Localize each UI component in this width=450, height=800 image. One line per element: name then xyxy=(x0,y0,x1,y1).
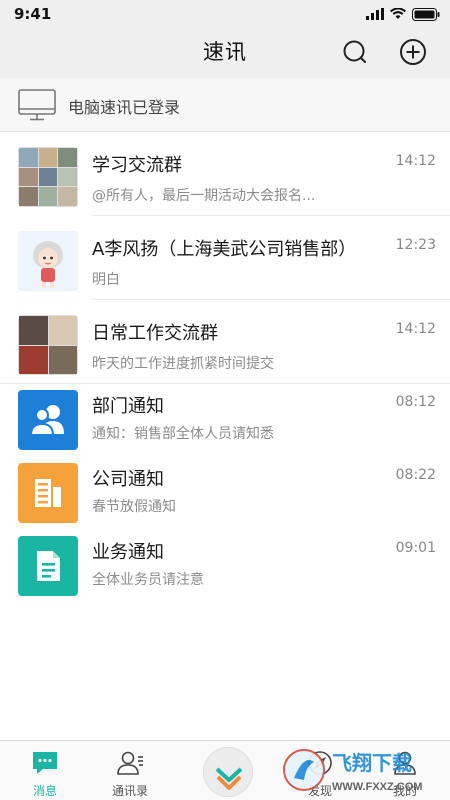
conversation-preview: 明白 xyxy=(92,272,120,288)
app-logo-button[interactable] xyxy=(203,747,253,797)
header-bar: 速讯 xyxy=(0,28,450,78)
tab-messages[interactable]: 消息 xyxy=(0,741,90,800)
conversation-time: 14:12 xyxy=(395,321,436,337)
conversation-time: 08:12 xyxy=(395,394,436,410)
status-icons xyxy=(366,6,440,22)
conversation-item[interactable]: 学习交流群 @所有人，最后一期活动大会报名... 14:12 xyxy=(0,132,450,216)
monitor-icon xyxy=(18,89,56,121)
conversation-list: 学习交流群 @所有人，最后一期活动大会报名... 14:12 A李风扬（上海美武… xyxy=(0,132,450,603)
tab-label: 通讯录 xyxy=(111,784,148,798)
conversation-preview: 昨天的工作进度抓紧时间提交 xyxy=(92,356,274,372)
signal-icon xyxy=(366,8,384,20)
conversation-name: 业务通知 xyxy=(92,542,164,563)
conversation-preview: 通知：销售部全体人员请知悉 xyxy=(92,426,274,442)
conversation-name: 公司通知 xyxy=(92,469,164,490)
person-avatar xyxy=(18,231,78,291)
conversation-item[interactable]: A李风扬（上海美武公司销售部） 明白 12:23 xyxy=(0,216,450,300)
company-notice-avatar xyxy=(18,463,78,523)
conversation-time: 09:01 xyxy=(395,540,436,556)
watermark-text: 飞翔下载 xyxy=(332,751,412,775)
conversation-preview: 全体业务员请注意 xyxy=(92,572,204,588)
watermark-logo: 飞翔下载 WWW.FXXZ.COM xyxy=(282,740,450,800)
plus-circle-icon xyxy=(400,39,426,65)
tab-label: 消息 xyxy=(32,784,57,798)
tab-contacts[interactable]: 通讯录 xyxy=(85,741,175,800)
business-notice-avatar xyxy=(18,536,78,596)
conversation-preview: @所有人，最后一期活动大会报名... xyxy=(92,188,316,204)
conversation-time: 12:23 xyxy=(395,237,436,253)
conversation-item[interactable]: 日常工作交流群 昨天的工作进度抓紧时间提交 14:12 xyxy=(0,300,450,384)
status-time: 9:41 xyxy=(14,5,52,23)
department-notice-avatar xyxy=(18,390,78,450)
document-icon xyxy=(37,551,60,581)
conversation-preview: 春节放假通知 xyxy=(92,499,176,515)
conversation-item[interactable]: 部门通知 通知：销售部全体人员请知悉 08:12 xyxy=(0,384,450,457)
conversation-time: 14:12 xyxy=(395,153,436,169)
conversation-item[interactable]: 公司通知 春节放假通知 08:22 xyxy=(0,457,450,530)
group-avatar xyxy=(18,315,78,375)
group-avatar xyxy=(18,147,78,207)
wifi-icon xyxy=(390,8,406,19)
conversation-time: 08:22 xyxy=(395,467,436,483)
desktop-login-text: 电脑速讯已登录 xyxy=(68,98,181,117)
building-icon xyxy=(35,479,61,507)
watermark-url: WWW.FXXZ.COM xyxy=(332,781,422,793)
people-icon xyxy=(29,405,64,436)
desktop-login-banner[interactable]: 电脑速讯已登录 xyxy=(0,78,450,132)
conversation-name: 学习交流群 xyxy=(92,155,182,176)
status-bar: 9:41 xyxy=(0,0,450,28)
contacts-icon xyxy=(117,751,143,775)
app-logo-icon xyxy=(215,767,243,790)
conversation-name: 日常工作交流群 xyxy=(92,323,218,344)
search-button[interactable] xyxy=(340,37,370,67)
add-button[interactable] xyxy=(398,37,428,67)
conversation-item[interactable]: 业务通知 全体业务员请注意 09:01 xyxy=(0,530,450,603)
conversation-name: A李风扬（上海美武公司销售部） xyxy=(92,239,357,260)
conversation-name: 部门通知 xyxy=(92,396,164,417)
search-icon xyxy=(343,40,366,63)
page-title: 速讯 xyxy=(203,40,247,64)
message-icon xyxy=(33,752,57,774)
battery-icon xyxy=(412,7,440,21)
